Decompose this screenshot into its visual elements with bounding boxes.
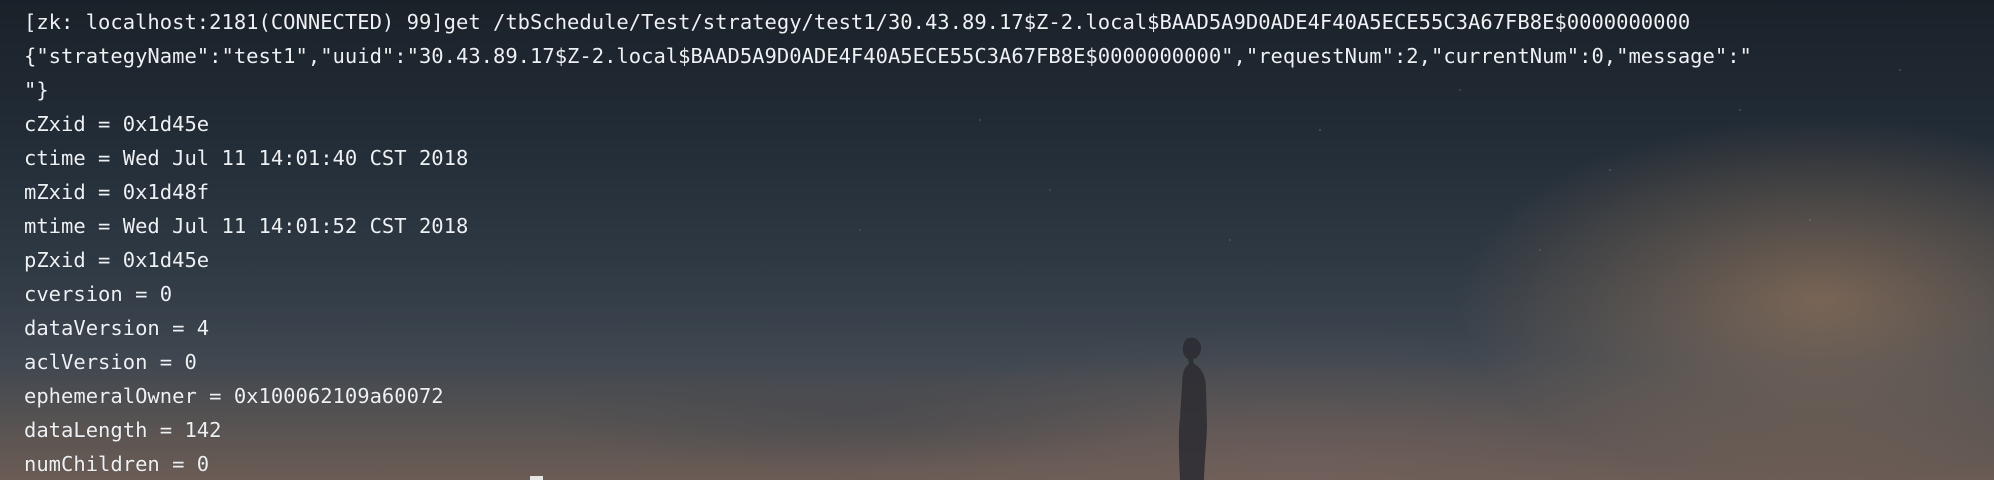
text-cursor bbox=[530, 476, 543, 480]
stat-mtime: mtime = Wed Jul 11 14:01:52 CST 2018 bbox=[24, 214, 469, 238]
stat-pzxid: pZxid = 0x1d45e bbox=[24, 248, 210, 272]
stat-numchildren: numChildren = 0 bbox=[24, 452, 210, 476]
stat-ctime: ctime = Wed Jul 11 14:01:40 CST 2018 bbox=[24, 146, 469, 170]
terminal-prompt-line: [zk: localhost:2181(CONNECTED) 99]get /t… bbox=[24, 10, 1691, 34]
stat-datalength: dataLength = 142 bbox=[24, 418, 222, 442]
terminal-json-line: {"strategyName":"test1","uuid":"30.43.89… bbox=[24, 44, 1752, 68]
stat-czxid: cZxid = 0x1d45e bbox=[24, 112, 210, 136]
stat-cversion: cversion = 0 bbox=[24, 282, 173, 306]
stat-dataversion: dataVersion = 4 bbox=[24, 316, 210, 340]
terminal-output: [zk: localhost:2181(CONNECTED) 99]get /t… bbox=[24, 5, 1974, 480]
stat-aclversion: aclVersion = 0 bbox=[24, 350, 197, 374]
stat-mzxid: mZxid = 0x1d48f bbox=[24, 180, 210, 204]
terminal-window[interactable]: [zk: localhost:2181(CONNECTED) 99]get /t… bbox=[0, 0, 1994, 480]
stat-ephemeralowner: ephemeralOwner = 0x100062109a60072 bbox=[24, 384, 444, 408]
terminal-json-close-line: "} bbox=[24, 78, 49, 102]
